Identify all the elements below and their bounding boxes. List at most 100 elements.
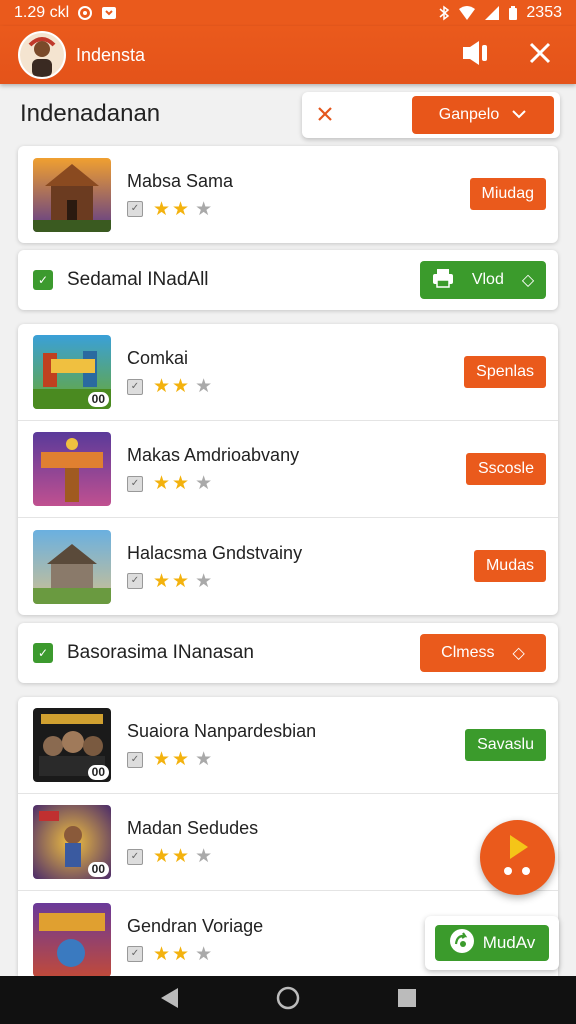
app-name: Gendran Voriage [127, 915, 264, 936]
app-name: Madan Sedudes [127, 818, 259, 838]
star-icon: ★ [172, 943, 190, 965]
star-icon: ★ [172, 198, 190, 220]
printer-icon [432, 268, 454, 293]
app-name: Mabsa Sama [127, 170, 234, 191]
home-icon [276, 986, 300, 1009]
back-icon [160, 987, 178, 1008]
battery-percent: 2353 [526, 4, 562, 21]
bluetooth-icon [438, 5, 450, 21]
star-icon: ★ [153, 570, 171, 592]
action-button[interactable]: Savaslu [465, 729, 546, 761]
list-item[interactable]: Mabsa Sama ✓ ★ ★ ★ Miudag [18, 146, 558, 243]
list-item[interactable]: 00 Comkai ✓ ★ ★ ★ Spenlas [18, 324, 558, 421]
star-icon: ★ [195, 570, 213, 592]
rating: ✓ ★ ★ ★ [127, 945, 263, 964]
diamond-icon: ◇ [521, 272, 535, 289]
avatar[interactable] [18, 31, 66, 79]
app-name: Suaiora Nanpardesbian [127, 721, 317, 741]
check-icon: ✓ [33, 270, 53, 290]
star-icon: ★ [195, 473, 213, 494]
chevron-down-icon [511, 106, 527, 124]
recents-button[interactable] [396, 987, 418, 1014]
section-header: ✓ Sedamal INadAll Vlod ◇ [18, 250, 558, 310]
app-name: Makas Amdrioabvany [127, 445, 300, 465]
action-button[interactable]: Sscosle [465, 453, 546, 485]
action-button[interactable]: Miudag [469, 178, 546, 210]
notification-icon [101, 5, 117, 21]
star-icon: ★ [153, 376, 171, 397]
rating: ✓ ★ ★ ★ [127, 377, 212, 396]
checkbox-icon[interactable]: ✓ [127, 848, 143, 865]
status-time: 1.29 ckl [14, 4, 70, 21]
app-list-card: Mabsa Sama ✓ ★ ★ ★ Miudag [18, 146, 558, 243]
floating-action-button[interactable]: MudAv [435, 925, 549, 961]
refresh-icon [449, 928, 475, 959]
section-button-label: Vlod [471, 271, 504, 288]
play-icon [498, 833, 538, 882]
checkbox-icon[interactable]: ✓ [127, 475, 143, 492]
floating-action-card: MudAv [425, 916, 559, 970]
close-icon [318, 107, 332, 121]
checkbox-icon[interactable]: ✓ [127, 751, 143, 768]
rating: ✓ ★ ★ ★ [127, 200, 233, 219]
section-button[interactable]: Clmess ◇ [420, 634, 546, 672]
signal-icon [484, 5, 500, 21]
star-icon: ★ [172, 749, 190, 770]
list-item[interactable]: Makas Amdrioabvany ✓ ★ ★ ★ Sscosle [18, 421, 558, 518]
checkbox-icon[interactable]: ✓ [127, 378, 143, 395]
list-item[interactable]: Halacsma Gndstvainy ✓ ★ ★ ★ Mudas [18, 518, 558, 615]
rating: ✓ ★ ★ ★ [127, 750, 316, 769]
app-name: Halacsma Gndstvainy [127, 542, 303, 563]
app-bar: Indensta [0, 26, 576, 84]
star-icon: ★ [153, 846, 171, 867]
wifi-icon [458, 5, 476, 21]
star-icon: ★ [172, 376, 190, 397]
star-icon: ★ [172, 570, 190, 592]
section-label: Sedamal INadAll [67, 269, 209, 290]
floating-action-label: MudAv [482, 933, 536, 952]
check-icon: ✓ [33, 643, 53, 663]
section-header: ✓ Basorasima INanasan Clmess ◇ [18, 623, 558, 683]
section-button-label: Clmess [441, 644, 495, 661]
app-thumbnail [33, 902, 111, 976]
app-thumbnail: 00 [33, 335, 111, 409]
star-icon: ★ [195, 846, 213, 867]
rating: ✓ ★ ★ ★ [127, 847, 258, 866]
close-icon [528, 41, 552, 70]
star-icon: ★ [195, 749, 213, 770]
thumbnail-badge: 00 [87, 765, 109, 780]
status-bar: 1.29 ckl 2353 [0, 0, 576, 26]
section-button[interactable]: Vlod ◇ [420, 261, 546, 299]
action-button[interactable]: Mudas [473, 550, 546, 582]
star-icon: ★ [195, 198, 213, 220]
list-item[interactable]: 00 Suaiora Nanpardesbian ✓ ★ ★ ★ Savaslu [18, 697, 558, 794]
home-button[interactable] [275, 985, 301, 1016]
close-button[interactable] [522, 37, 558, 73]
play-fab-button[interactable] [480, 820, 555, 895]
recents-icon [398, 988, 417, 1007]
clear-filter-button[interactable] [312, 102, 338, 128]
action-button[interactable]: Spenlas [464, 356, 546, 388]
thumbnail-badge: 00 [87, 392, 109, 407]
diamond-icon: ◇ [512, 645, 525, 662]
checkbox-icon[interactable]: ✓ [127, 946, 143, 962]
star-icon: ★ [172, 473, 190, 494]
speaker-icon [461, 39, 491, 72]
checkbox-icon[interactable]: ✓ [127, 201, 143, 217]
star-icon: ★ [195, 943, 213, 965]
rating: ✓ ★ ★ ★ [127, 572, 302, 591]
app-list-card: 00 Comkai ✓ ★ ★ ★ Spenlas Makas Amdrioabva… [18, 324, 558, 615]
speaker-button[interactable] [458, 37, 494, 73]
star-icon: ★ [153, 473, 171, 494]
checkbox-icon[interactable]: ✓ [127, 573, 143, 589]
star-icon: ★ [153, 749, 171, 770]
category-dropdown[interactable]: Ganpelo [412, 96, 554, 134]
section-label: Basorasima INanasan [67, 642, 254, 663]
star-icon: ★ [153, 943, 171, 965]
back-button[interactable] [158, 986, 180, 1015]
rating: ✓ ★ ★ ★ [127, 474, 299, 493]
app-thumbnail: 00 [33, 708, 111, 782]
list-item[interactable]: 00 Madan Sedudes ✓ ★ ★ ★ [18, 794, 558, 891]
app-thumbnail: 00 [33, 805, 111, 879]
filter-bar: Ganpelo [302, 92, 560, 138]
